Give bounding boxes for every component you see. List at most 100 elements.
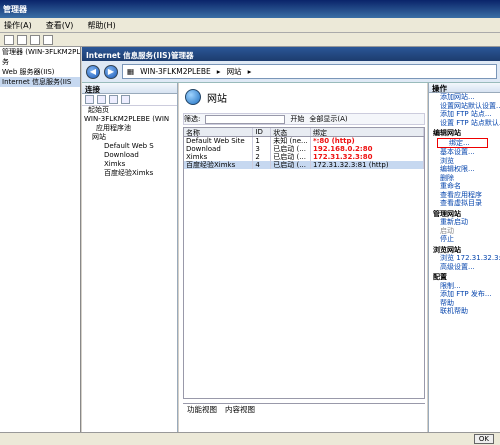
mmc-toolbar [0,33,500,47]
folder-icon[interactable] [109,95,118,104]
connections-title: 连接 [82,83,177,94]
view-tabs: 功能视图 内容视图 [183,403,425,415]
restart-link[interactable]: 重新启动 [429,218,500,227]
refresh-icon[interactable] [121,95,130,104]
globe-icon [185,89,201,105]
server-icon: ▦ [127,67,135,76]
advanced-settings-link[interactable]: 高级设置... [429,263,500,272]
edit-permissions-link[interactable]: 编辑权限... [429,165,500,174]
address-node[interactable]: 网站 [227,66,242,77]
sites-table: 名称 ID 状态 绑定 Default Web Site 1 未知 (ne... *:… [183,127,425,399]
edit-site-title: 编辑网站 [433,129,461,137]
row-name: Download [184,145,254,153]
row-status: 已启动 (... [271,145,311,153]
row-name: Ximks [184,153,254,161]
table-row[interactable]: Ximks 2 已启动 (... 172.31.32.3:80 [184,153,424,161]
window-title: 管理器 [0,0,500,18]
limits-link[interactable]: 限制... [429,282,500,291]
mmc-tree: 管理器 (WIN-3FLKM2PLEBS) 务 Web 服务器(IIS) Int… [0,47,81,445]
connections-pane: 连接 起始页 WIN-3FLKM2PLEBE (WIN 应用程序池 网站 Def… [82,83,178,445]
col-id[interactable]: ID [253,128,272,136]
tree-server[interactable]: WIN-3FLKM2PLEBE (WIN [82,115,177,124]
connections-tree: 起始页 WIN-3FLKM2PLEBE (WIN 应用程序池 网站 Defaul… [82,106,177,178]
add-ftp-link[interactable]: 添加 FTP 站点... [429,110,500,119]
mmc-tree-item[interactable]: Internet 信息服务(IIS [0,77,80,87]
add-ftp-publish-link[interactable]: 添加 FTP 发布... [429,290,500,299]
help-link[interactable]: 帮助 [429,299,500,308]
bindings-link[interactable]: 绑定... [437,137,488,148]
row-binding: 172.31.32.3:80 [311,153,424,161]
view-apps-link[interactable]: 查看应用程序 [429,191,500,200]
tree-site[interactable]: 百度经验Ximks [82,169,177,178]
sites-pane: 网站 筛选: 开始 全部显示(A) 名称 ID 状态 绑定 Default We… [179,83,427,445]
filter-bar: 筛选: 开始 全部显示(A) [183,113,425,125]
address-bar[interactable]: ▦ WIN-3FLKM2PLEBE ▸ 网站 ▸ [122,64,497,79]
actions-pane: 操作 添加网站... 设置网站默认设置... 添加 FTP 站点... 设置 F… [428,83,500,445]
console-icon[interactable] [30,35,40,45]
help-icon[interactable] [43,35,53,45]
basic-settings-link[interactable]: 基本设置... [429,148,500,157]
save-icon[interactable] [97,95,106,104]
address-server[interactable]: WIN-3FLKM2PLEBE [140,67,211,76]
back-icon[interactable] [4,35,14,45]
row-id: 3 [253,145,272,153]
page-title: 网站 [207,93,227,105]
config-title: 配置 [433,273,447,281]
status-bar: OK [0,432,500,445]
tree-site[interactable]: Ximks [82,160,177,169]
iis-header: Internet 信息服务(IIS)管理器 [82,47,500,61]
row-status: 已启动 (... [271,161,311,169]
stop-link[interactable]: 停止 [429,235,500,244]
ftp-defaults-link[interactable]: 设置 FTP 站点默认... [429,119,500,128]
view-vdirs-link[interactable]: 查看虚拟目录 [429,199,500,208]
tab-features-view[interactable]: 功能视图 [187,404,217,415]
row-id: 1 [253,137,272,145]
row-name: Default Web Site [184,137,254,145]
show-all-button[interactable]: 全部显示(A) [309,114,347,124]
row-id: 4 [253,161,272,169]
col-binding[interactable]: 绑定 [311,128,424,136]
menu-action[interactable]: 操作(A) [4,20,32,31]
tab-content-view[interactable]: 内容视图 [225,404,255,415]
row-binding: 192.168.0.2:80 [311,145,424,153]
tree-site[interactable]: Default Web S [82,142,177,151]
menu-view[interactable]: 查看(V) [46,20,74,31]
row-status: 未知 (ne... [271,137,311,145]
table-row[interactable]: Default Web Site 1 未知 (ne... *:80 (http) [184,137,424,145]
tree-site[interactable]: Download [82,151,177,160]
delete-link[interactable]: 删除 [429,174,500,183]
browse-site-link[interactable]: 浏览 172.31.32.3:81 (http) [429,254,500,263]
filter-label: 筛选: [184,115,201,123]
ok-button[interactable]: OK [473,434,494,444]
tree-start-page[interactable]: 起始页 [82,106,177,115]
tree-sites[interactable]: 网站 [82,133,177,142]
nav-bar: ◀ ▶ ▦ WIN-3FLKM2PLEBE ▸ 网站 ▸ [82,61,500,83]
row-name: 百度经验Ximks [184,161,254,169]
forward-icon[interactable]: ▶ [104,64,118,79]
connections-toolbar [82,94,177,106]
back-icon[interactable]: ◀ [86,64,100,79]
start-link[interactable]: 启动 [429,227,500,236]
site-defaults-link[interactable]: 设置网站默认设置... [429,102,500,111]
add-site-link[interactable]: 添加网站... [429,93,500,102]
online-help-link[interactable]: 联机帮助 [429,307,500,316]
browse-link[interactable]: 浏览 [429,157,500,166]
go-button[interactable]: 开始 [290,114,304,124]
forward-icon[interactable] [17,35,27,45]
connect-icon[interactable] [85,95,94,104]
row-id: 2 [253,153,272,161]
rename-link[interactable]: 重命名 [429,182,500,191]
col-name[interactable]: 名称 [184,128,254,136]
filter-input[interactable] [205,114,286,124]
menu-help[interactable]: 帮助(H) [87,20,115,31]
row-binding: 172.31.32.3:81 (http) [311,161,424,169]
tree-app-pools[interactable]: 应用程序池 [82,124,177,133]
table-row[interactable]: 百度经验Ximks 4 已启动 (... 172.31.32.3:81 (http) [184,161,424,169]
actions-title: 操作 [429,83,500,93]
mmc-tree-item[interactable]: 务 [0,57,80,67]
col-status[interactable]: 状态 [271,128,311,136]
table-row[interactable]: Download 3 已启动 (... 192.168.0.2:80 [184,145,424,153]
mmc-tree-item[interactable]: Web 服务器(IIS) [0,67,80,77]
mmc-tree-item[interactable]: 管理器 (WIN-3FLKM2PLEBS) [0,47,80,57]
manage-site-title: 管理网站 [433,209,461,218]
